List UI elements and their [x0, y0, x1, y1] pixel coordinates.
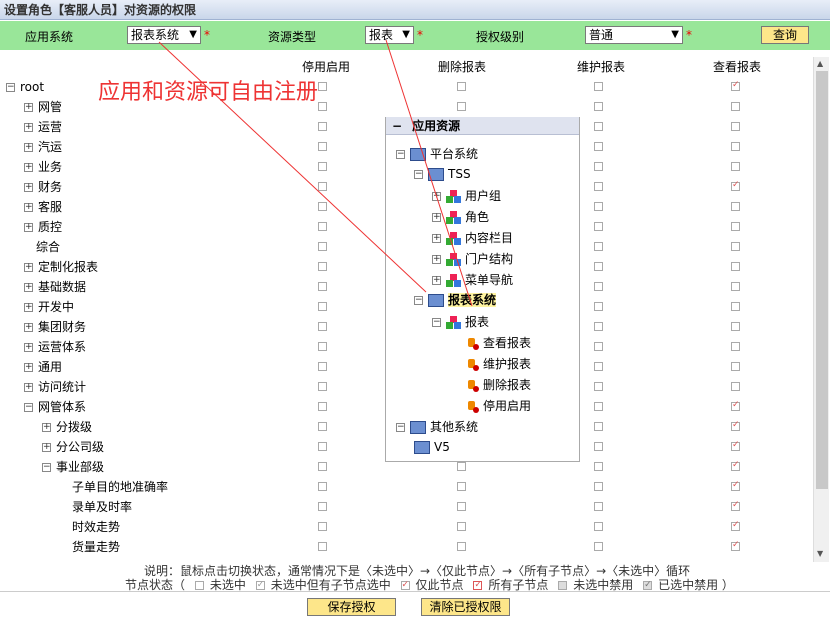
all-children-icon: ✓	[473, 580, 483, 590]
save-permissions-button[interactable]: 保存授权	[307, 598, 396, 616]
unchecked-icon	[194, 581, 204, 590]
divider	[0, 591, 830, 592]
disabled-checked-icon: ✓	[643, 580, 653, 590]
annotation-line	[158, 41, 427, 293]
annotation-lines	[158, 39, 473, 307]
this-node-icon: ✓	[400, 580, 410, 590]
partial-checked-icon: ✓	[255, 580, 265, 590]
disabled-unchecked-icon	[558, 581, 568, 590]
clear-permissions-button[interactable]: 清除已授权限	[421, 598, 510, 616]
